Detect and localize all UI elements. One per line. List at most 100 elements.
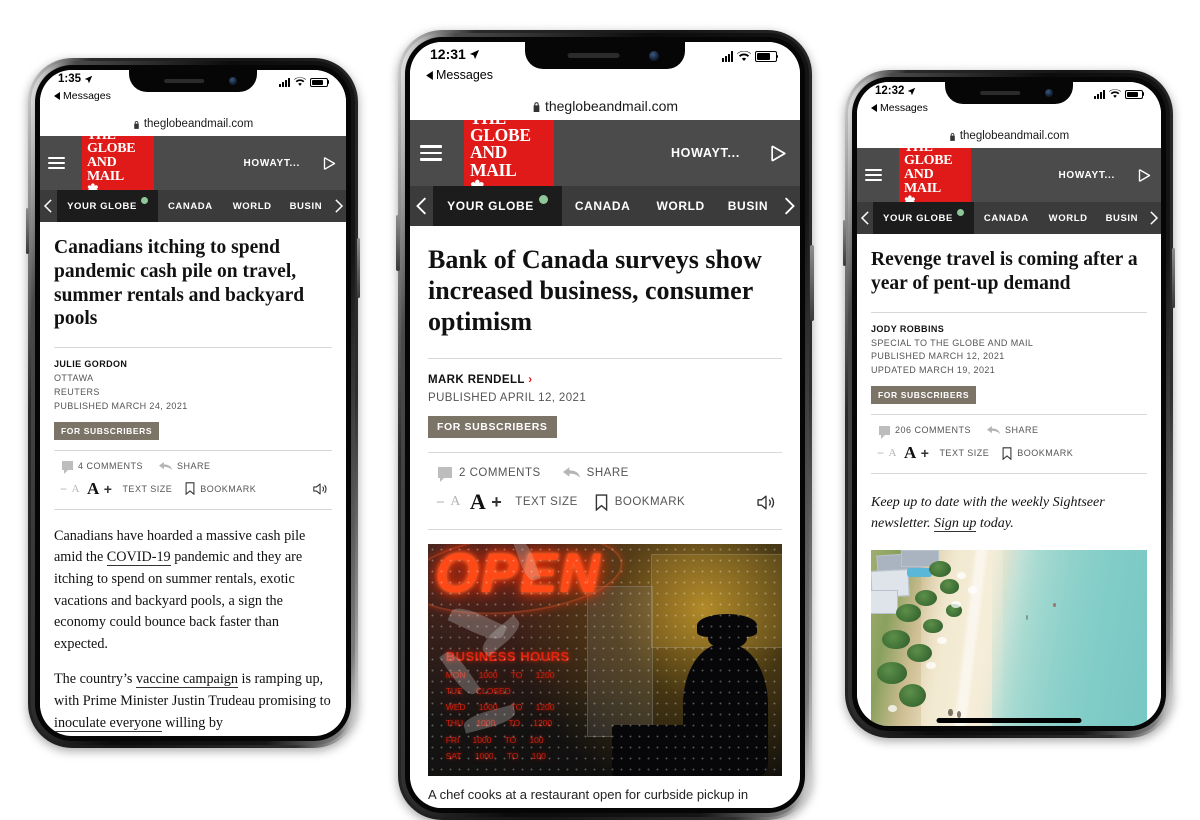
beachgoer bbox=[1025, 615, 1029, 620]
listen-audio-button[interactable] bbox=[757, 494, 782, 511]
tab-world[interactable]: WORLD bbox=[223, 190, 282, 222]
hamburger-icon[interactable] bbox=[410, 120, 464, 186]
front-camera bbox=[649, 51, 660, 62]
account-label[interactable]: HOWAYT... bbox=[1059, 148, 1128, 202]
site-header: THE GLOBE AND MAIL✽ HOWAYT... bbox=[857, 140, 1161, 209]
earpiece-speaker bbox=[567, 53, 620, 59]
text-size-increase[interactable]: + bbox=[921, 445, 930, 461]
globe-and-mail-logo[interactable]: THE GLOBE AND MAIL✽ bbox=[82, 128, 154, 197]
text-size-large-a: A bbox=[469, 489, 487, 515]
beachgoer bbox=[1053, 602, 1056, 607]
home-indicator[interactable] bbox=[936, 718, 1082, 724]
account-label[interactable]: HOWAYT... bbox=[244, 136, 313, 190]
status-back-to-app[interactable]: Messages bbox=[871, 102, 928, 114]
tab-your-globe[interactable]: YOUR GLOBE bbox=[433, 186, 562, 226]
power-button[interactable] bbox=[1172, 248, 1175, 308]
tab-world[interactable]: WORLD bbox=[643, 186, 717, 226]
text-size-increase[interactable]: + bbox=[104, 481, 113, 497]
volume-buttons[interactable] bbox=[26, 208, 29, 254]
inline-link-covid19[interactable]: COVID-19 bbox=[106, 549, 171, 567]
hamburger-icon[interactable] bbox=[40, 136, 82, 190]
browser-url-bar[interactable]: theglobeandmail.com bbox=[40, 112, 346, 136]
byline-author[interactable]: JULIE GORDON bbox=[54, 358, 332, 372]
comments-button[interactable]: 2 COMMENTS bbox=[438, 467, 541, 483]
volume-buttons[interactable] bbox=[843, 220, 846, 266]
byline-author[interactable]: MARK RENDELL › bbox=[428, 371, 782, 389]
status-back-to-app[interactable]: Messages bbox=[426, 68, 493, 82]
text-size-control[interactable]: − A A + TEXT SIZE bbox=[60, 479, 172, 499]
inline-link-vaccine-campaign[interactable]: vaccine campaign bbox=[135, 671, 238, 689]
volume-buttons[interactable] bbox=[396, 215, 400, 271]
tab-world[interactable]: WORLD bbox=[1039, 202, 1098, 234]
divider bbox=[54, 508, 332, 510]
share-arrow-icon bbox=[562, 467, 580, 479]
browser-url-bar[interactable]: theglobeandmail.com bbox=[410, 92, 800, 120]
text-size-large-a: A bbox=[86, 478, 100, 498]
status-back-to-app[interactable]: Messages bbox=[54, 90, 111, 102]
globe-and-mail-logo[interactable]: THE GLOBE AND MAIL✽ bbox=[464, 109, 554, 196]
notch bbox=[129, 70, 257, 92]
text-size-control[interactable]: − A A + TEXT SIZE bbox=[877, 443, 989, 463]
tabs-next-arrow[interactable] bbox=[778, 186, 800, 226]
power-button[interactable] bbox=[810, 245, 814, 321]
byline: JULIE GORDON OTTAWA REUTERS PUBLISHED MA… bbox=[54, 358, 332, 414]
text-size-decrease[interactable]: − bbox=[436, 494, 445, 511]
text-size-small-a: A bbox=[888, 447, 897, 460]
listen-audio-button[interactable] bbox=[313, 482, 332, 496]
play-outline-icon[interactable] bbox=[312, 136, 346, 190]
newsletter-signup-link[interactable]: Sign up bbox=[934, 516, 977, 533]
account-label[interactable]: HOWAYT... bbox=[671, 120, 756, 186]
tab-status-dot bbox=[140, 197, 148, 204]
comments-button[interactable]: 4 COMMENTS bbox=[62, 461, 143, 475]
tabs-prev-arrow[interactable] bbox=[40, 190, 57, 222]
logo-line-2: AND bbox=[87, 155, 117, 171]
page-title: Bank of Canada surveys show increased bu… bbox=[428, 245, 762, 337]
comments-button[interactable]: 206 COMMENTS bbox=[879, 425, 972, 439]
share-button[interactable]: SHARE bbox=[987, 425, 1039, 435]
text-size-control[interactable]: − A A + TEXT SIZE bbox=[436, 489, 578, 515]
account-name: HOWAYT... bbox=[670, 146, 740, 160]
article-actions-comments: 2 COMMENTS SHARE bbox=[428, 453, 782, 489]
text-size-decrease[interactable]: − bbox=[60, 482, 68, 496]
tabs-prev-arrow[interactable] bbox=[857, 202, 873, 234]
article-actions-tools: − A A + TEXT SIZE BOOKMARK bbox=[54, 479, 332, 509]
text-size-decrease[interactable]: − bbox=[877, 446, 885, 460]
bookmark-button[interactable]: BOOKMARK bbox=[595, 494, 685, 511]
section-tabs[interactable]: YOUR GLOBE CANADA WORLD BUSIN bbox=[410, 186, 800, 226]
tab-business[interactable]: BUSIN bbox=[1098, 202, 1147, 234]
tab-canada[interactable]: CANADA bbox=[974, 202, 1039, 234]
scene: 1:35 Messages theglobeandmail.com THE GL… bbox=[0, 0, 1200, 820]
tabs-prev-arrow[interactable] bbox=[410, 186, 433, 226]
share-button[interactable]: SHARE bbox=[159, 461, 211, 471]
section-tabs[interactable]: YOUR GLOBE CANADA WORLD BUSIN bbox=[40, 190, 346, 222]
power-button[interactable] bbox=[357, 238, 360, 298]
bookmark-button[interactable]: BOOKMARK bbox=[185, 482, 256, 496]
phone-screen: 12:31 Messages theglobeandmail.com THE G… bbox=[410, 42, 800, 808]
globe-and-mail-logo[interactable]: THE GLOBE AND MAIL✽ bbox=[899, 140, 971, 209]
tab-canada[interactable]: CANADA bbox=[158, 190, 223, 222]
byline-author[interactable]: JODY ROBBINS bbox=[871, 323, 1147, 337]
bookmark-button[interactable]: BOOKMARK bbox=[1002, 447, 1073, 460]
tab-your-globe[interactable]: YOUR GLOBE bbox=[57, 190, 158, 222]
comments-count: 206 COMMENTS bbox=[895, 425, 972, 436]
tab-your-globe[interactable]: YOUR GLOBE bbox=[873, 202, 974, 234]
section-tabs[interactable]: YOUR GLOBE CANADA WORLD BUSIN bbox=[857, 202, 1161, 234]
hamburger-icon[interactable] bbox=[857, 148, 899, 202]
tab-business[interactable]: BUSIN bbox=[282, 190, 331, 222]
article-paragraph: Canadians have hoarded a massive cash pi… bbox=[54, 527, 306, 652]
share-button[interactable]: SHARE bbox=[562, 466, 629, 479]
tabs-next-arrow[interactable] bbox=[330, 190, 346, 222]
text-size-large-a: A bbox=[903, 443, 917, 463]
play-outline-icon[interactable] bbox=[756, 120, 800, 186]
inline-link-inoculate-everyone[interactable]: inoculate everyone bbox=[54, 714, 162, 732]
logo-line-2: AND bbox=[470, 142, 508, 163]
bookmark-label: BOOKMARK bbox=[614, 496, 686, 509]
tab-business[interactable]: BUSIN bbox=[718, 186, 778, 226]
status-time-group: 12:32 bbox=[875, 85, 916, 97]
text-size-increase[interactable]: + bbox=[491, 492, 502, 513]
browser-url-bar[interactable]: theglobeandmail.com bbox=[857, 124, 1161, 148]
play-outline-icon[interactable] bbox=[1127, 148, 1161, 202]
page-title: Revenge travel is coming after a year of… bbox=[871, 249, 1138, 294]
tab-canada[interactable]: CANADA bbox=[562, 186, 644, 226]
tabs-next-arrow[interactable] bbox=[1146, 202, 1161, 234]
